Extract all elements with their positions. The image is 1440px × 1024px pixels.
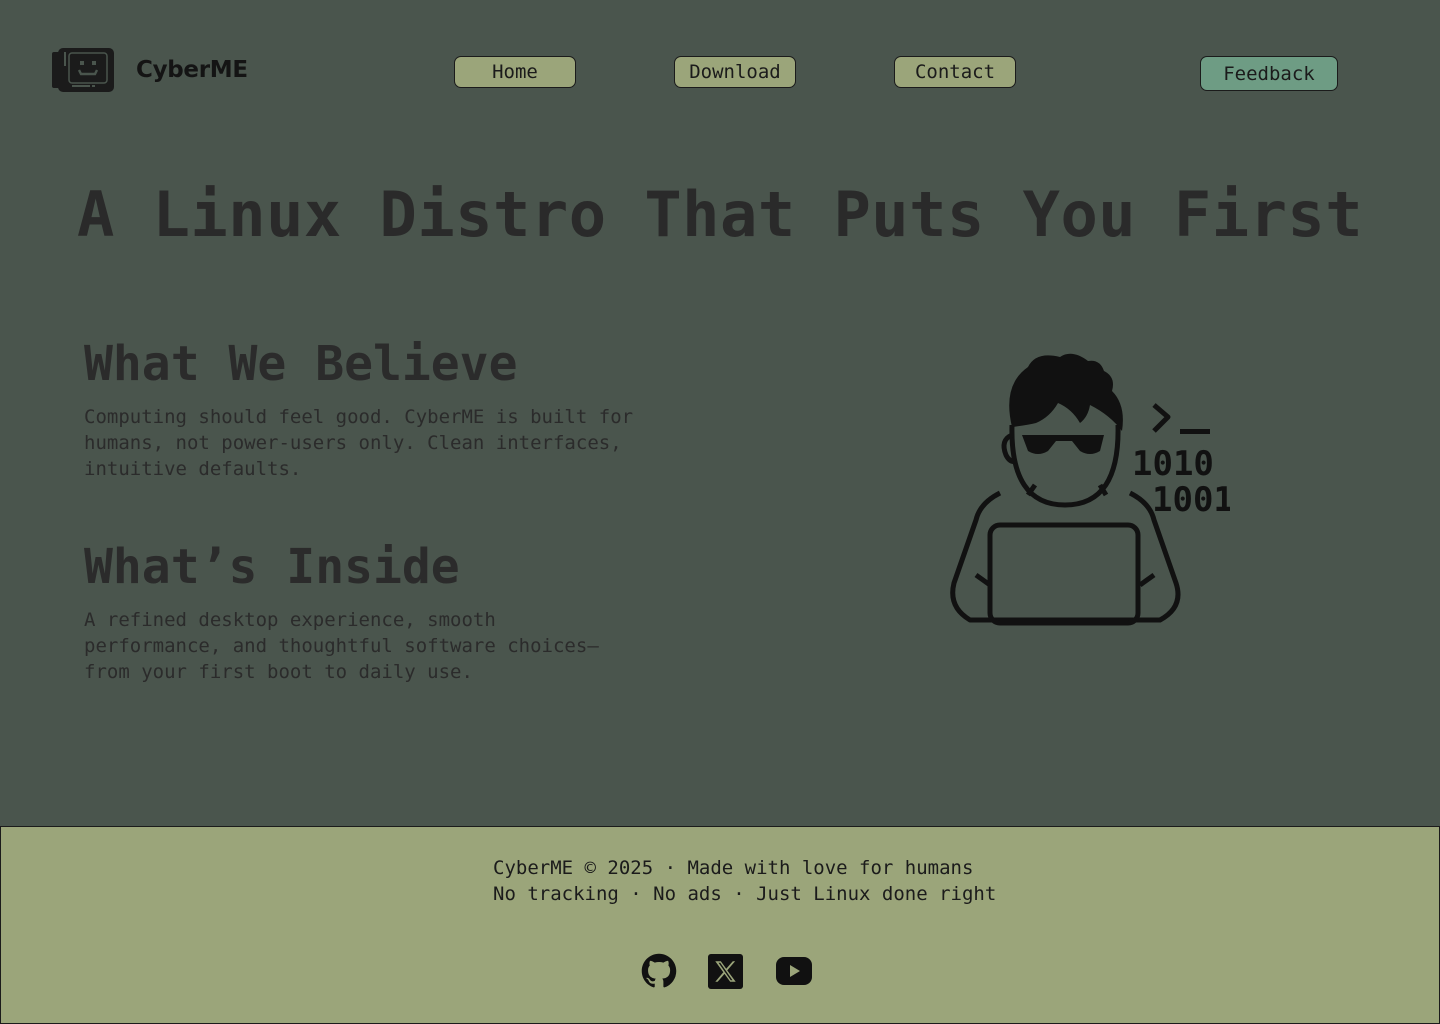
x-twitter-icon[interactable] xyxy=(708,954,743,989)
inside-body: A refined desktop experience, smooth per… xyxy=(84,609,599,683)
youtube-icon[interactable] xyxy=(776,957,812,985)
nav-download-button[interactable]: Download xyxy=(674,56,796,88)
hacker-at-laptop-icon: 1010 1001 xyxy=(950,353,1230,626)
footer-line-1: CyberME © 2025 · Made with love for huma… xyxy=(493,857,974,879)
logo[interactable]: CyberME xyxy=(52,48,248,92)
nav-home-button[interactable]: Home xyxy=(454,56,576,88)
footer-line-2: No tracking · No ads · Just Linux done r… xyxy=(493,883,997,905)
hero-title: A Linux Distro That Puts You First xyxy=(76,178,1364,251)
feedback-button[interactable]: Feedback xyxy=(1200,56,1338,91)
binary-1010: 1010 xyxy=(1132,444,1214,484)
believe-heading: What We Believe xyxy=(84,336,518,392)
smiley-monitor-icon xyxy=(52,48,114,92)
brand-name: CyberME xyxy=(136,57,248,83)
inside-heading: What’s Inside xyxy=(84,539,460,595)
github-icon[interactable] xyxy=(641,953,677,989)
nav-contact-button[interactable]: Contact xyxy=(894,56,1016,88)
binary-1001: 1001 xyxy=(1152,480,1230,520)
believe-body: Computing should feel good. CyberME is b… xyxy=(84,406,634,480)
footer: CyberME © 2025 · Made with love for huma… xyxy=(0,826,1440,1024)
footer-text: CyberME © 2025 · Made with love for huma… xyxy=(493,855,996,907)
